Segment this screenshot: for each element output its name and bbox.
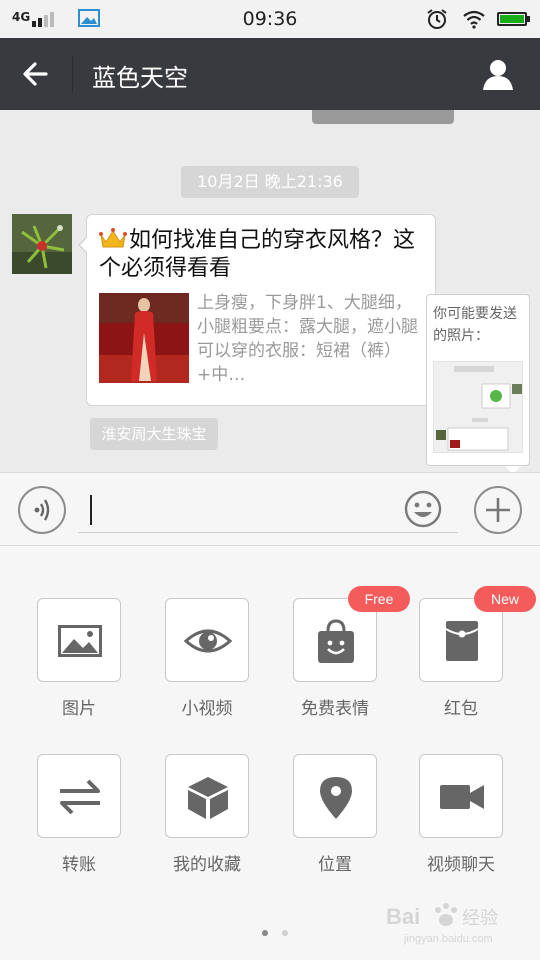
eye-icon	[184, 629, 232, 653]
clock: 09:36	[242, 8, 298, 30]
short-video-button[interactable]	[165, 598, 249, 682]
more-actions-button[interactable]	[474, 486, 522, 534]
location-button[interactable]	[293, 754, 377, 838]
chat-title: 蓝色天空	[92, 64, 188, 92]
crown-icon	[99, 228, 127, 248]
tool-label: 图片	[62, 699, 96, 719]
article-thumbnail	[99, 293, 189, 383]
person-icon[interactable]	[480, 56, 516, 92]
emoji-icon[interactable]	[404, 490, 442, 528]
article-description: 上身瘦，下身胖1、大腿细，小腿粗要点：露大腿，遮小腿可以穿的衣服：短裙（裤）+中…	[197, 293, 418, 385]
tool-favorites[interactable]: 我的收藏	[152, 754, 262, 884]
article-card-message[interactable]: 如何找准自己的穿衣风格？这个必须得看看 上身瘦，下身胖1、大腿细，小腿粗要点：露…	[78, 214, 436, 406]
message-timestamp: 10月2日 晚上21:36	[181, 166, 359, 198]
image-button[interactable]	[37, 598, 121, 682]
chat-header: 蓝色天空	[0, 38, 540, 110]
tool-red-packet[interactable]: New 红包	[406, 586, 536, 728]
avatar[interactable]	[12, 214, 72, 274]
tool-label: 小视频	[181, 699, 233, 719]
status-bar: 4G 09:36	[0, 0, 540, 38]
svg-text:Bai: Bai	[386, 904, 420, 929]
tool-label: 转账	[62, 855, 96, 875]
tool-image[interactable]: 图片	[24, 598, 134, 728]
tool-location[interactable]: 位置	[280, 754, 390, 884]
transfer-icon	[60, 779, 100, 815]
article-title-text: 如何找准自己的穿衣风格？这个必须得看看	[99, 228, 416, 281]
suggested-photo-text: 你可能要发送的照片：	[433, 306, 517, 344]
chat-area[interactable]: 10月2日 晚上21:36 如何找准自己的穿衣风格？这个必须得看看 上身瘦，下身…	[0, 110, 540, 472]
more-actions-panel: 图片 小视频 Free 免费表情 New 红包 转账 我的收藏 位置 视频聊天 …	[0, 546, 540, 960]
article-title: 如何找准自己的穿衣风格？这个必须得看看	[99, 227, 419, 283]
new-badge: New	[474, 586, 536, 612]
suggested-photo-popup[interactable]: 你可能要发送的照片：	[426, 294, 530, 472]
voice-button[interactable]	[18, 486, 66, 534]
svg-text:jingyan.baidu.com: jingyan.baidu.com	[403, 933, 493, 945]
box-icon	[188, 777, 228, 819]
voice-icon	[34, 499, 50, 521]
image-icon	[58, 625, 102, 657]
alarm-icon	[427, 9, 447, 29]
message-input[interactable]	[78, 485, 458, 533]
location-pin-icon	[320, 777, 352, 819]
svg-text:经验: 经验	[462, 908, 498, 929]
tool-transfer[interactable]: 转账	[24, 754, 134, 884]
previous-message-bubble[interactable]	[312, 110, 454, 124]
back-arrow-icon[interactable]	[18, 56, 54, 92]
baidu-jingyan-watermark: Bai 经验 jingyan.baidu.com	[386, 903, 498, 945]
article-source-tag[interactable]: 淮安周大生珠宝	[90, 418, 218, 450]
tool-label: 免费表情	[301, 699, 369, 719]
tool-free-stickers[interactable]: Free 免费表情	[280, 586, 410, 728]
tool-label: 位置	[318, 855, 352, 875]
free-badge: Free	[348, 586, 410, 612]
page-indicator	[262, 930, 292, 938]
battery-icon	[497, 12, 530, 26]
suggested-photo-thumbnail[interactable]	[433, 361, 523, 453]
tool-short-video[interactable]: 小视频	[152, 598, 262, 728]
wifi-icon	[463, 10, 485, 29]
video-camera-icon	[440, 785, 484, 809]
message-input-bar	[0, 472, 540, 546]
header-divider	[72, 56, 73, 92]
red-packet-icon	[445, 621, 479, 661]
page-dot-active	[262, 930, 268, 936]
text-cursor	[90, 495, 92, 525]
favorites-button[interactable]	[165, 754, 249, 838]
page-dot	[282, 930, 288, 936]
tool-label: 视频聊天	[427, 855, 495, 875]
tool-label: 我的收藏	[173, 855, 241, 875]
video-chat-button[interactable]	[419, 754, 503, 838]
sticker-bag-icon	[318, 619, 354, 663]
plus-icon	[486, 498, 510, 522]
tool-video-chat[interactable]: 视频聊天	[406, 754, 516, 884]
tool-label: 红包	[444, 699, 478, 719]
transfer-button[interactable]	[37, 754, 121, 838]
